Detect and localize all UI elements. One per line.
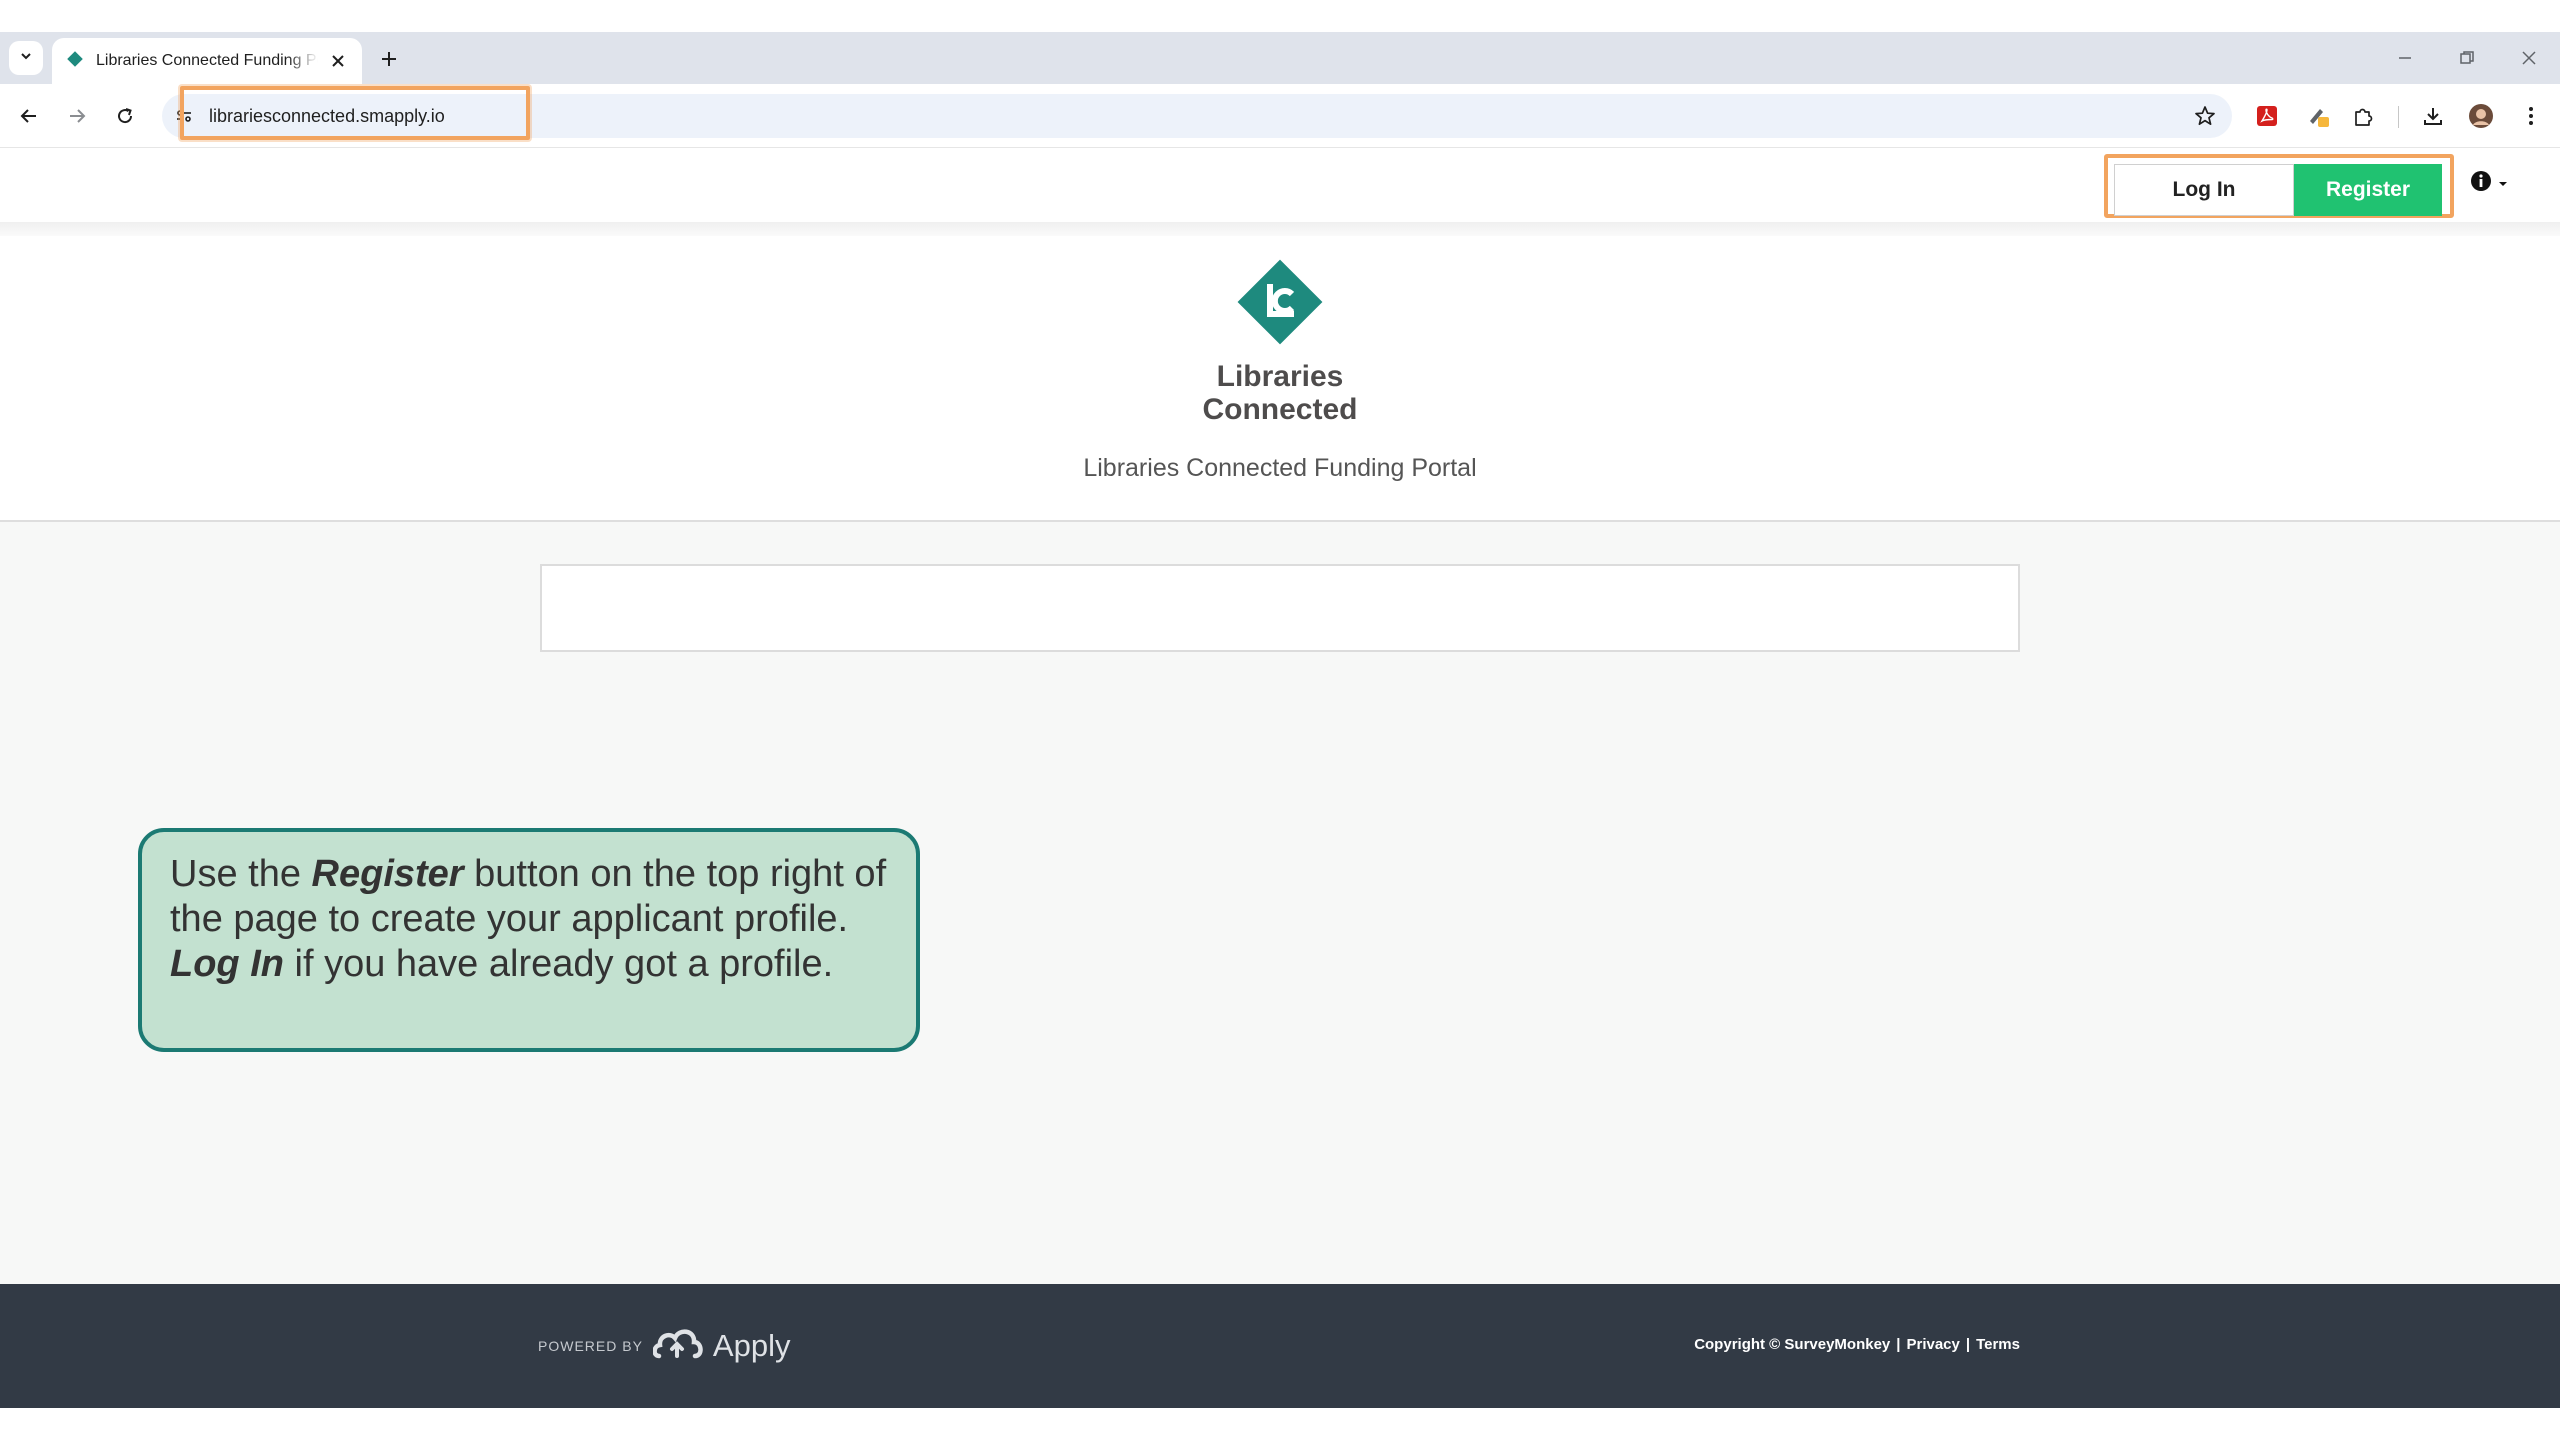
libraries-connected-logo[interactable]: Libraries Connected xyxy=(1190,250,1370,450)
browser-tab-active[interactable]: Libraries Connected Funding Portal xyxy=(52,38,362,84)
bottom-margin xyxy=(0,1408,2560,1440)
puzzle-extensions-icon[interactable] xyxy=(2346,99,2380,133)
callout-text-1: Use the xyxy=(170,853,312,895)
profile-avatar[interactable] xyxy=(2464,99,2498,133)
site-footer: POWERED BY Apply Copyright © SurveyMonke… xyxy=(0,1284,2560,1408)
browser-toolbar: librariesconnected.smapply.io xyxy=(0,84,2560,148)
chevron-down-icon xyxy=(19,49,33,68)
address-bar[interactable]: librariesconnected.smapply.io xyxy=(162,94,2232,138)
close-window-icon[interactable] xyxy=(2514,43,2544,73)
nav-separator xyxy=(0,222,2560,236)
site-settings-icon[interactable] xyxy=(172,104,196,128)
info-icon xyxy=(2470,170,2492,197)
callout-text-3: if you have already got a profile. xyxy=(283,943,834,985)
copyright-text: Copyright © SurveyMonkey xyxy=(1694,1336,1891,1353)
download-icon[interactable] xyxy=(2416,99,2450,133)
powered-by-label: POWERED BY xyxy=(538,1337,643,1354)
main-content: Use the Register button on the top right… xyxy=(0,522,2560,1284)
new-tab-icon[interactable] xyxy=(374,44,404,74)
bookmark-star-icon[interactable] xyxy=(2192,103,2218,129)
forward-arrow-icon[interactable] xyxy=(60,99,94,133)
portal-name: Libraries Connected Funding Portal xyxy=(1083,454,1477,482)
browser-tab-strip: Libraries Connected Funding Portal xyxy=(0,32,2560,84)
footer-links: Copyright © SurveyMonkey | Privacy | Ter… xyxy=(1694,1336,2020,1353)
callout-register-emphasis: Register xyxy=(311,853,464,895)
logo-diamond-icon xyxy=(1237,259,1323,345)
url-text: librariesconnected.smapply.io xyxy=(209,106,445,126)
minimize-icon[interactable] xyxy=(2390,43,2420,73)
instruction-callout: Use the Register button on the top right… xyxy=(138,828,920,1052)
callout-login-emphasis: Log In xyxy=(170,943,284,985)
portal-header: Libraries Connected Libraries Connected … xyxy=(0,236,2560,522)
apply-brand-name: Apply xyxy=(712,1327,791,1363)
login-button[interactable]: Log In xyxy=(2114,164,2294,216)
register-button[interactable]: Register xyxy=(2294,164,2442,216)
screen: Libraries Connected Funding Portal xyxy=(0,0,2560,1440)
close-tab-icon[interactable] xyxy=(328,51,348,71)
privacy-link[interactable]: Privacy xyxy=(1906,1336,1959,1353)
pdf-extension-icon[interactable] xyxy=(2250,99,2284,133)
caret-down-icon xyxy=(2498,175,2508,193)
logo-line-1: Libraries xyxy=(1216,360,1344,393)
apply-cloud-icon xyxy=(652,1326,703,1365)
tab-search-button[interactable] xyxy=(9,41,43,75)
kebab-menu-icon[interactable] xyxy=(2514,99,2548,133)
pencil-extension-icon[interactable] xyxy=(2302,99,2336,133)
restore-icon[interactable] xyxy=(2452,43,2482,73)
footer-separator: | xyxy=(1965,1336,1971,1353)
site-top-nav: Log In Register xyxy=(0,148,2560,222)
favicon-icon xyxy=(66,50,84,73)
logo-line-2: Connected xyxy=(1202,393,1358,426)
back-arrow-icon[interactable] xyxy=(12,99,46,133)
reload-icon[interactable] xyxy=(108,99,142,133)
toolbar-divider xyxy=(2398,106,2399,128)
footer-separator: | xyxy=(1896,1336,1901,1353)
empty-content-card xyxy=(540,564,2020,652)
auth-button-group-highlight: Log In Register xyxy=(2104,154,2454,218)
tab-title: Libraries Connected Funding Portal xyxy=(96,52,318,69)
logo-wordmark: Libraries Connected xyxy=(1202,360,1357,426)
terms-link[interactable]: Terms xyxy=(1976,1336,2020,1353)
powered-by-apply[interactable]: POWERED BY Apply xyxy=(538,1326,790,1365)
info-dropdown[interactable] xyxy=(2470,170,2508,197)
